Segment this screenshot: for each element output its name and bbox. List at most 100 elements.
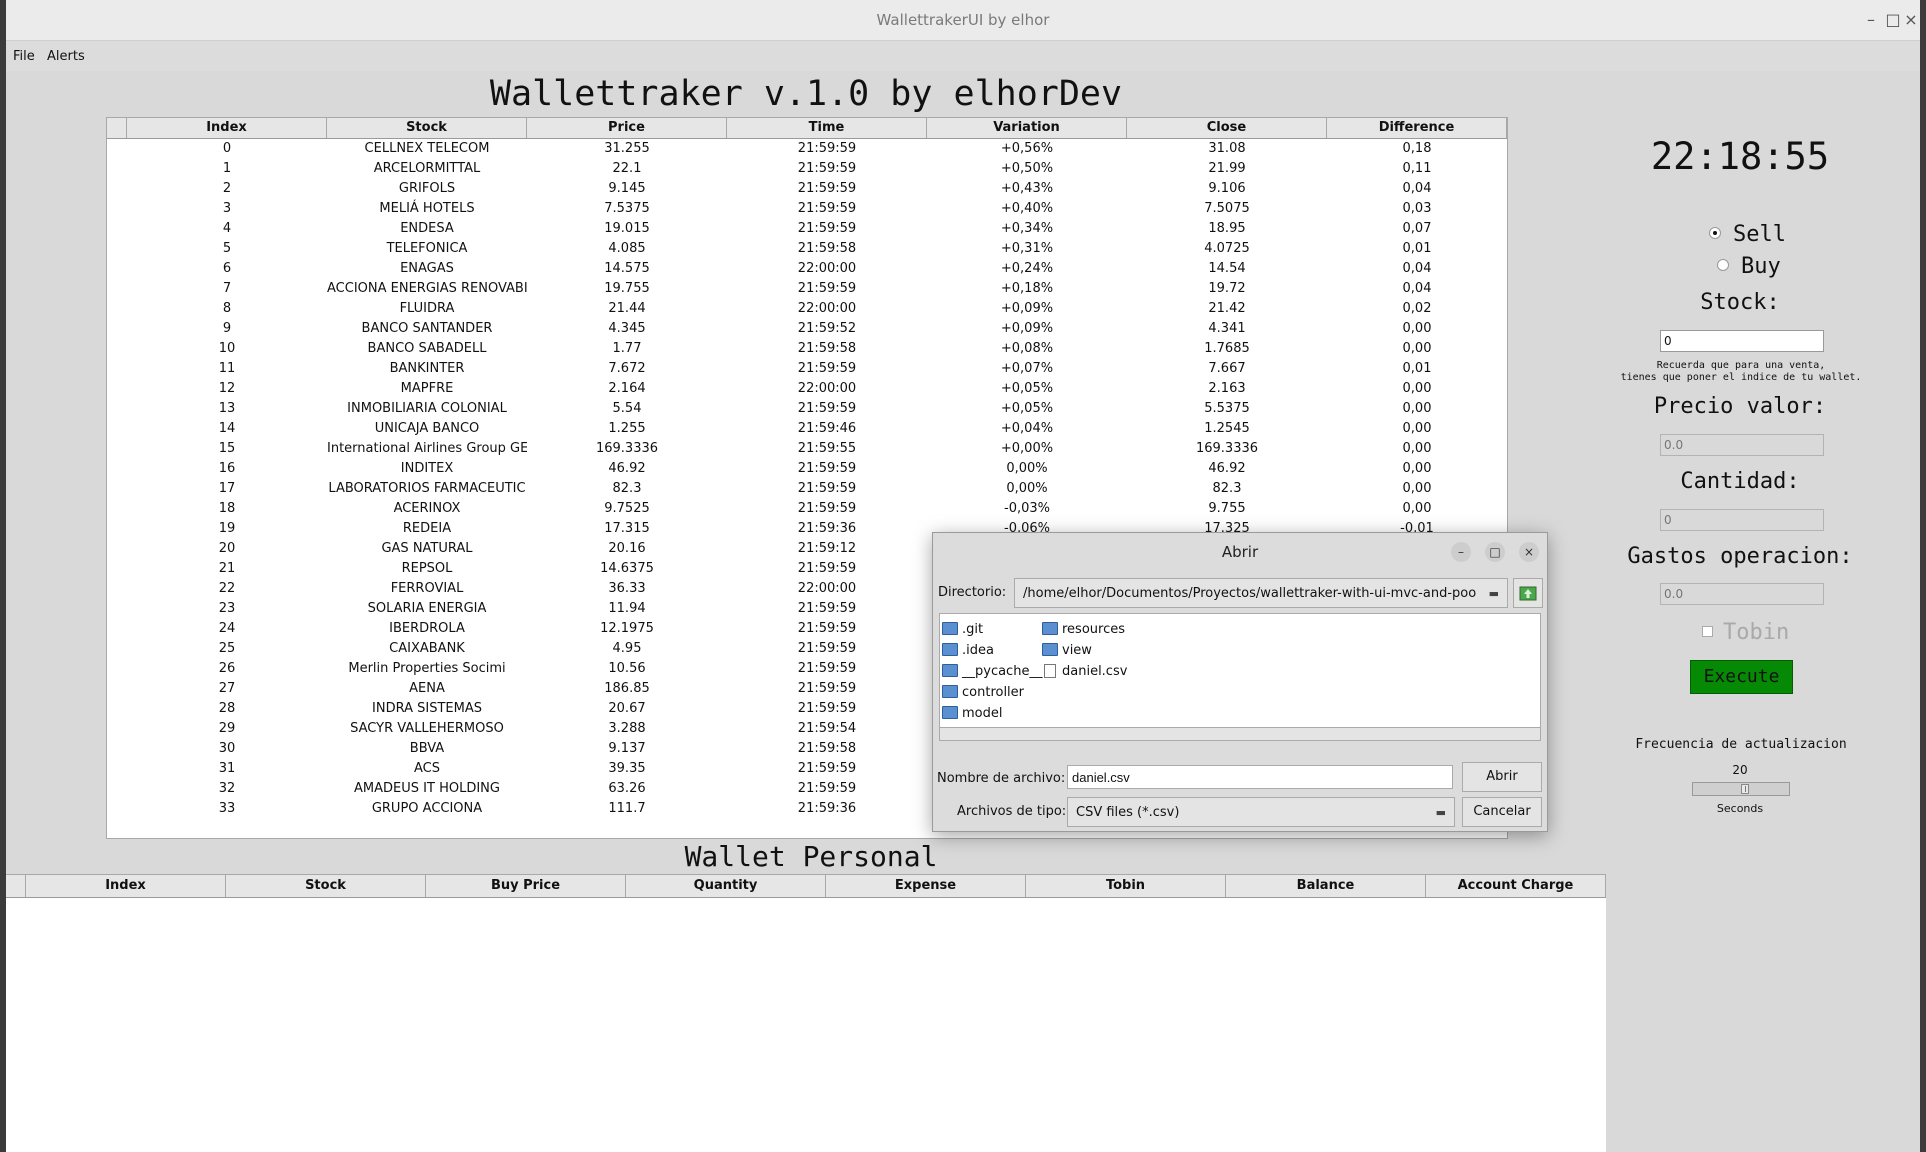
- folder-item[interactable]: .idea: [942, 643, 994, 658]
- column-header[interactable]: Stock: [226, 875, 426, 897]
- table-row[interactable]: 6 ENAGAS 14.575 22:00:00 +0,24% 14.54 0,04: [107, 259, 1507, 279]
- slider-handle[interactable]: [1741, 784, 1749, 794]
- table-row[interactable]: 0 CELLNEX TELECOM 31.255 21:59:59 +0,56% 31.0…: [107, 139, 1507, 159]
- table-cell: 21:59:54: [797, 721, 857, 736]
- table-row[interactable]: 14 UNICAJA BANCO 1.255 21:59:46 +0,04% 1.2545…: [107, 419, 1507, 439]
- table-cell: 21:59:59: [797, 481, 857, 496]
- close-icon[interactable]: ×: [1901, 10, 1921, 29]
- table-row[interactable]: 13 INMOBILIARIA COLONIAL 5.54 21:59:59 +0,05…: [107, 399, 1507, 419]
- column-header[interactable]: Variation: [927, 118, 1127, 138]
- filetype-value: CSV files (*.csv): [1076, 805, 1180, 820]
- table-cell: 7: [222, 281, 232, 296]
- table-row[interactable]: 1 ARCELORMITTAL 22.1 21:59:59 +0,50% 21.99 0,1…: [107, 159, 1507, 179]
- table-cell: 20.16: [608, 541, 646, 556]
- file-item[interactable]: daniel.csv: [1044, 663, 1127, 679]
- folder-item[interactable]: .git: [942, 622, 983, 637]
- filetype-select[interactable]: CSV files (*.csv) ▬: [1067, 797, 1455, 827]
- column-header[interactable]: Difference: [1327, 118, 1507, 138]
- column-header[interactable]: Price: [527, 118, 727, 138]
- menu-alerts[interactable]: Alerts: [47, 49, 85, 64]
- table-cell: 0,00: [1402, 481, 1432, 496]
- table-row[interactable]: 4 ENDESA 19.015 21:59:59 +0,34% 18.95 0,07: [107, 219, 1507, 239]
- cancel-button[interactable]: Cancelar: [1462, 797, 1542, 827]
- table-cell: 15: [218, 441, 236, 456]
- table-cell: 21:59:12: [797, 541, 857, 556]
- folder-item[interactable]: __pycache__: [942, 664, 1042, 679]
- table-row[interactable]: 18 ACERINOX 9.7525 21:59:59 -0,03% 9.755 0,00: [107, 499, 1507, 519]
- table-cell: SOLARIA ENERGIA: [367, 601, 487, 616]
- table-row[interactable]: 8 FLUIDRA 21.44 22:00:00 +0,09% 21.42 0,02: [107, 299, 1507, 319]
- dialog-maximize-icon[interactable]: □: [1485, 542, 1505, 562]
- table-cell: 0,00: [1402, 341, 1432, 356]
- table-row[interactable]: 5 TELEFONICA 4.085 21:59:58 +0,31% 4.0725 0,01: [107, 239, 1507, 259]
- quantity-input[interactable]: [1660, 509, 1824, 531]
- table-row[interactable]: 7 ACCIONA ENERGIAS RENOVABI 19.755 21:59:59…: [107, 279, 1507, 299]
- table-cell: GRUPO ACCIONA: [371, 801, 483, 816]
- price-input[interactable]: [1660, 434, 1824, 456]
- directory-select[interactable]: /home/elhor/Documentos/Proyectos/wallett…: [1014, 578, 1508, 608]
- execute-button[interactable]: Execute: [1690, 660, 1793, 694]
- folder-item[interactable]: view: [1042, 643, 1092, 658]
- column-header[interactable]: Stock: [327, 118, 527, 138]
- fees-input[interactable]: [1660, 583, 1824, 605]
- table-cell: LABORATORIOS FARMACEUTIC: [328, 481, 526, 496]
- table-cell: 4.085: [608, 241, 646, 256]
- table-cell: 10: [218, 341, 236, 356]
- table-cell: 0,00: [1402, 501, 1432, 516]
- folder-item[interactable]: controller: [942, 685, 1024, 700]
- column-header[interactable]: Time: [727, 118, 927, 138]
- column-header[interactable]: Index: [127, 118, 327, 138]
- folder-item[interactable]: resources: [1042, 622, 1125, 637]
- folder-icon: [1042, 622, 1058, 635]
- table-cell: 21.42: [1208, 301, 1246, 316]
- minimize-icon[interactable]: –: [1861, 10, 1881, 29]
- menu-file[interactable]: File: [13, 49, 35, 64]
- table-row[interactable]: 3 MELIÁ HOTELS 7.5375 21:59:59 +0,40% 7.5075 0…: [107, 199, 1507, 219]
- column-header[interactable]: Index: [26, 875, 226, 897]
- dialog-minimize-icon[interactable]: –: [1451, 542, 1471, 562]
- filename-input[interactable]: [1067, 765, 1453, 789]
- clock: 22:18:55: [1650, 135, 1830, 178]
- column-header[interactable]: Close: [1127, 118, 1327, 138]
- table-row[interactable]: 17 LABORATORIOS FARMACEUTIC 82.3 21:59:59 0,…: [107, 479, 1507, 499]
- tobin-checkbox[interactable]: [1702, 625, 1713, 637]
- table-cell: 10.56: [608, 661, 646, 676]
- table-row[interactable]: 2 GRIFOLS 9.145 21:59:59 +0,43% 9.106 0,04: [107, 179, 1507, 199]
- dialog-close-icon[interactable]: ×: [1519, 542, 1539, 562]
- buy-radio-dot[interactable]: [1717, 259, 1729, 271]
- column-header[interactable]: Account Charge: [1426, 875, 1606, 897]
- table-row[interactable]: 10 BANCO SABADELL 1.77 21:59:58 +0,08% 1.7685…: [107, 339, 1507, 359]
- column-header[interactable]: Quantity: [626, 875, 826, 897]
- tobin-checkbox-row[interactable]: Tobin: [1702, 620, 1789, 645]
- file-list-scrollbar[interactable]: [940, 727, 1540, 740]
- folder-item[interactable]: model: [942, 706, 1002, 721]
- table-row[interactable]: 9 BANCO SANTANDER 4.345 21:59:52 +0,09% 4.341…: [107, 319, 1507, 339]
- file-list[interactable]: .git .idea __pycache__ controller model resou…: [939, 613, 1541, 741]
- file-icon: [1044, 663, 1056, 678]
- table-cell: AENA: [409, 681, 445, 696]
- table-cell: 0,01: [1402, 241, 1432, 256]
- sell-radio-dot[interactable]: [1709, 227, 1721, 239]
- table-row[interactable]: 12 MAPFRE 2.164 22:00:00 +0,05% 2.163 0,00: [107, 379, 1507, 399]
- column-header[interactable]: Expense: [826, 875, 1026, 897]
- table-cell: 16: [218, 461, 236, 476]
- open-button[interactable]: Abrir: [1462, 762, 1542, 792]
- table-row[interactable]: 16 INDITEX 46.92 21:59:59 0,00% 46.92 0,00: [107, 459, 1507, 479]
- table-row[interactable]: 11 BANKINTER 7.672 21:59:59 +0,07% 7.667 0,01: [107, 359, 1507, 379]
- table-cell: +0,04%: [1000, 421, 1054, 436]
- sell-radio[interactable]: Sell: [1709, 222, 1786, 247]
- stock-input[interactable]: [1660, 330, 1824, 352]
- column-header[interactable]: Buy Price: [426, 875, 626, 897]
- column-header[interactable]: Balance: [1226, 875, 1426, 897]
- column-header[interactable]: Tobin: [1026, 875, 1226, 897]
- table-cell: 0: [222, 141, 232, 156]
- frequency-slider[interactable]: [1692, 782, 1790, 796]
- folder-up-button[interactable]: [1513, 578, 1543, 608]
- buy-radio[interactable]: Buy: [1717, 254, 1781, 279]
- table-cell: 4.341: [1208, 321, 1246, 336]
- table-cell: 7.672: [608, 361, 646, 376]
- folder-name: controller: [962, 685, 1025, 700]
- table-row[interactable]: 15 International Airlines Group GE 169.333…: [107, 439, 1507, 459]
- table-cell: 22.1: [612, 161, 642, 176]
- maximize-icon[interactable]: □: [1883, 10, 1903, 29]
